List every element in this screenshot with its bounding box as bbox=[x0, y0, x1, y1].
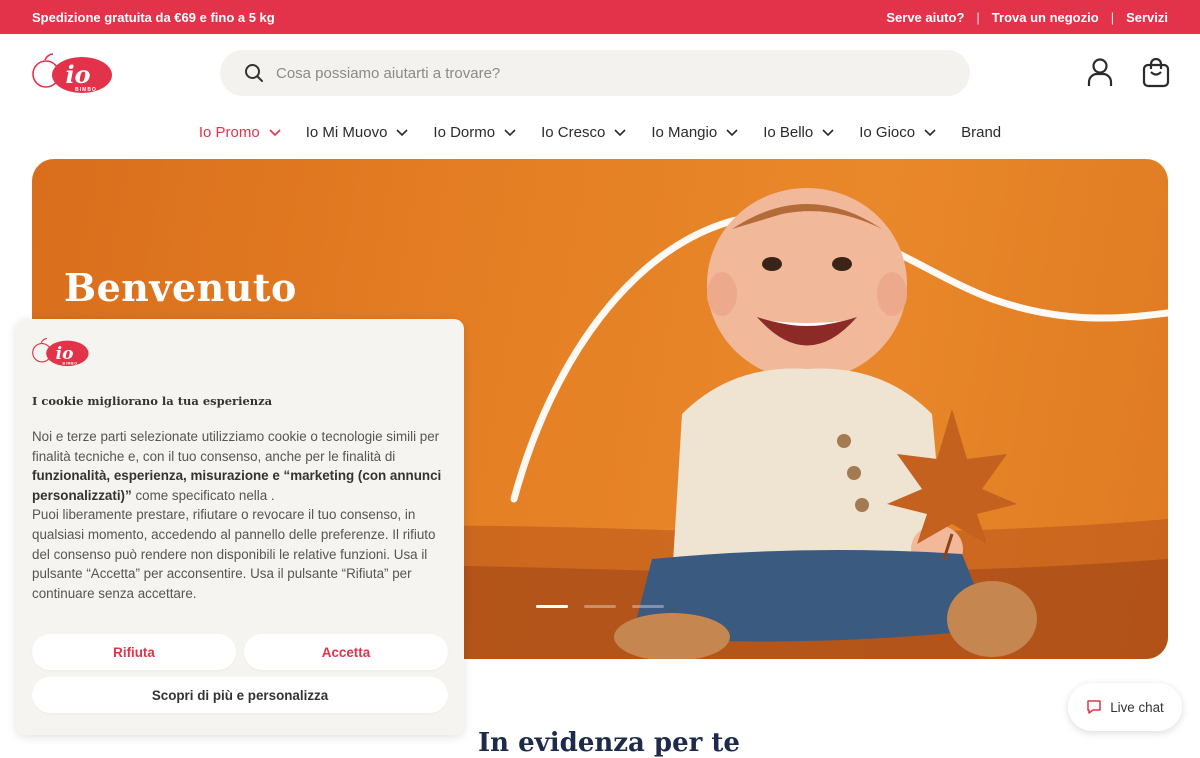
svg-text:BIMBO: BIMBO bbox=[63, 362, 78, 366]
nav-item-io-dormo[interactable]: Io Dormo bbox=[421, 124, 529, 141]
store-locator-link[interactable]: Trova un negozio bbox=[980, 10, 1111, 25]
cookie-text-part-3: Puoi liberamente prestare, rifiutare o r… bbox=[32, 507, 436, 601]
io-bimbo-logo: io BIMBO bbox=[32, 337, 89, 367]
nav-item-io-promo[interactable]: Io Promo bbox=[187, 124, 294, 141]
nav-item-label: Io Gioco bbox=[859, 123, 916, 141]
shipping-promo-text: Spedizione gratuita da €69 e fino a 5 kg bbox=[32, 9, 275, 25]
topbar-separator: | bbox=[1110, 9, 1115, 25]
svg-text:io: io bbox=[65, 60, 90, 89]
carousel-indicators bbox=[536, 605, 664, 608]
site-header: io BIMBO bbox=[0, 34, 1200, 114]
nav-item-label: Io Bello bbox=[763, 123, 814, 141]
search-input[interactable] bbox=[276, 64, 916, 82]
carousel-dot-2[interactable] bbox=[584, 605, 616, 608]
services-link[interactable]: Servizi bbox=[1114, 10, 1168, 25]
nav-item-io-gioco[interactable]: Io Gioco bbox=[847, 124, 949, 141]
chevron-down-icon bbox=[614, 129, 626, 137]
nav-item-brand[interactable]: Brand bbox=[949, 124, 1013, 141]
main-navigation: Io Promo Io Mi Muovo Io Dormo Io Cresco … bbox=[0, 116, 1200, 148]
io-bimbo-logo[interactable]: io BIMBO bbox=[32, 50, 114, 96]
nav-item-io-cresco[interactable]: Io Cresco bbox=[529, 124, 639, 141]
cart-button[interactable] bbox=[1139, 54, 1173, 90]
search-bar[interactable] bbox=[220, 50, 970, 96]
cookie-dialog-text: Noi e terze parti selezionate utilizziam… bbox=[32, 427, 448, 603]
cookie-consent-dialog: io BIMBO I cookie migliorano la tua espe… bbox=[16, 319, 464, 735]
nav-item-io-bello[interactable]: Io Bello bbox=[751, 124, 847, 141]
chevron-down-icon bbox=[269, 129, 281, 137]
carousel-dot-3[interactable] bbox=[632, 605, 664, 608]
promo-topbar: Spedizione gratuita da €69 e fino a 5 kg… bbox=[0, 0, 1200, 34]
cookie-text-part-2: come specificato nella . bbox=[131, 487, 275, 503]
search-icon bbox=[245, 64, 263, 82]
help-link[interactable]: Serve aiuto? bbox=[874, 10, 976, 25]
cart-icon bbox=[1142, 57, 1170, 88]
chevron-down-icon bbox=[504, 129, 516, 137]
topbar-separator: | bbox=[976, 9, 980, 25]
nav-item-io-mangio[interactable]: Io Mangio bbox=[639, 124, 751, 141]
carousel-dot-1[interactable] bbox=[536, 605, 568, 608]
accept-cookies-button[interactable]: Accetta bbox=[244, 634, 448, 670]
account-button[interactable] bbox=[1083, 54, 1117, 90]
live-chat-button[interactable]: Live chat bbox=[1068, 683, 1182, 731]
svg-text:BIMBO: BIMBO bbox=[75, 87, 97, 93]
reject-cookies-button[interactable]: Rifiuta bbox=[32, 634, 236, 670]
chevron-down-icon bbox=[396, 129, 408, 137]
chevron-down-icon bbox=[822, 129, 834, 137]
nav-item-io-mi-muovo[interactable]: Io Mi Muovo bbox=[294, 124, 422, 141]
chevron-down-icon bbox=[924, 129, 936, 137]
nav-item-label: Io Mi Muovo bbox=[305, 123, 388, 141]
user-icon bbox=[1087, 58, 1113, 86]
chevron-down-icon bbox=[726, 129, 738, 137]
chat-bubble-icon bbox=[1087, 700, 1101, 714]
nav-item-label: Io Dormo bbox=[433, 123, 496, 141]
featured-section-title: In evidenza per te bbox=[478, 728, 740, 758]
topbar-links: Serve aiuto? | Trova un negozio | Serviz… bbox=[874, 10, 1168, 25]
live-chat-label: Live chat bbox=[1110, 699, 1164, 715]
cookie-text-part-1: Noi e terze parti selezionate utilizziam… bbox=[32, 429, 440, 464]
cookie-dialog-title: I cookie migliorano la tua esperienza bbox=[32, 394, 273, 408]
nav-item-label: Io Mangio bbox=[651, 123, 718, 141]
hero-title: Benvenuto bbox=[64, 265, 297, 310]
customize-cookies-button[interactable]: Scopri di più e personalizza bbox=[32, 677, 448, 713]
nav-item-label: Brand bbox=[961, 123, 1002, 141]
nav-item-label: Io Cresco bbox=[541, 123, 606, 141]
nav-item-label: Io Promo bbox=[198, 123, 260, 141]
